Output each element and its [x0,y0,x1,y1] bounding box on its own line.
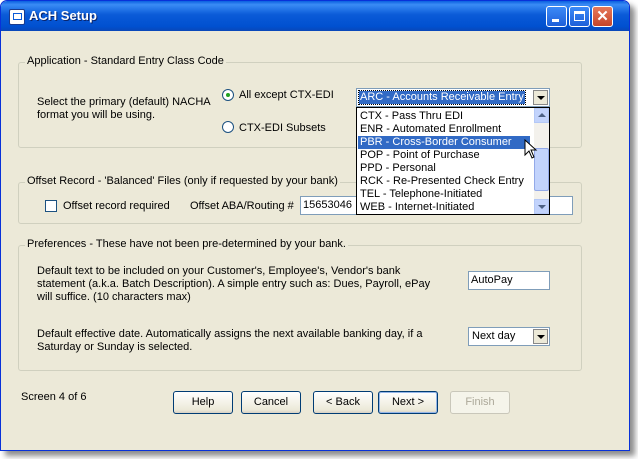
sec-option-ctx[interactable]: CTX - Pass Thru EDI [358,110,530,123]
batch-description-value: AutoPay [471,274,513,286]
close-button[interactable]: ✕ [592,6,613,27]
batch-description-input[interactable]: AutoPay [468,271,550,290]
dropdown-arrow-icon[interactable] [533,329,548,344]
help-button[interactable]: Help [173,391,233,414]
maximize-button[interactable] [569,6,590,27]
scroll-up-icon[interactable] [534,108,549,123]
mouse-pointer-icon [524,139,538,159]
dropdown-scrollbar[interactable] [534,108,549,214]
sec-option-web[interactable]: WEB - Internet-Initiated [358,201,530,214]
scroll-down-icon[interactable] [534,199,549,214]
sec-code-dropdown[interactable]: ARC - Accounts Receivable Entry [356,88,550,107]
sec-code-dropdown-list[interactable]: CTX - Pass Thru EDI ENR - Automated Enro… [356,107,550,215]
sec-option-pbr[interactable]: PBR - Cross-Border Consumer [358,136,530,149]
cancel-button[interactable]: Cancel [241,391,301,414]
minimize-button[interactable] [546,6,567,27]
radio-ctx-edi-subsets[interactable] [222,121,234,133]
radio-all-except-ctx-label[interactable]: All except CTX-EDI [239,89,334,101]
sec-option-tel[interactable]: TEL - Telephone-Initiated [358,188,530,201]
screen-indicator: Screen 4 of 6 [21,391,87,403]
offset-routing-value: 15653046 [303,199,352,211]
close-icon: ✕ [596,8,609,25]
sec-option-pop[interactable]: POP - Point of Purchase [358,149,530,162]
dropdown-arrow-icon[interactable] [533,90,548,105]
sec-option-ppd[interactable]: PPD - Personal [358,162,530,175]
effective-date-value: Next day [472,330,516,342]
app-icon [9,9,25,25]
effective-date-text-line-2: Saturday or Sunday is selected. [37,341,193,353]
radio-all-except-ctx[interactable] [222,89,234,101]
effective-date-text-line-1: Default effective date. Automatically as… [37,328,423,340]
next-button[interactable]: Next > [378,391,438,414]
preferences-group-label: Preferences - These have not been pre-de… [25,238,348,250]
batch-description-text-line-1: Default text to be included on your Cust… [37,265,401,277]
offset-group-label: Offset Record - 'Balanced' Files (only i… [25,175,340,187]
title-bar[interactable]: ACH Setup ✕ [1,1,629,31]
window-title: ACH Setup [29,8,97,23]
back-button[interactable]: < Back [313,391,373,414]
sec-option-enr[interactable]: ENR - Automated Enrollment [358,123,530,136]
radio-ctx-edi-subsets-label[interactable]: CTX-EDI Subsets [239,122,326,134]
sec-code-selected-value: ARC - Accounts Receivable Entry [358,90,526,105]
batch-description-text-line-3: will suffice. (10 characters max) [37,291,191,303]
offset-record-checkbox[interactable] [45,200,57,212]
effective-date-dropdown[interactable]: Next day [468,327,550,346]
offset-routing-label: Offset ABA/Routing # [190,200,294,212]
finish-button: Finish [450,391,510,414]
application-group-label: Application - Standard Entry Class Code [25,55,226,67]
sec-prompt-line-1: Select the primary (default) NACHA [37,96,211,108]
ach-setup-window: ACH Setup ✕ Application - Standard Entry… [0,0,630,451]
sec-option-rck[interactable]: RCK - Re-Presented Check Entry [358,175,530,188]
batch-description-text-line-2: statement (a.k.a. Batch Description). A … [37,278,431,290]
offset-record-checkbox-label[interactable]: Offset record required [63,200,170,212]
sec-prompt-line-2: format you will be using. [37,109,155,121]
